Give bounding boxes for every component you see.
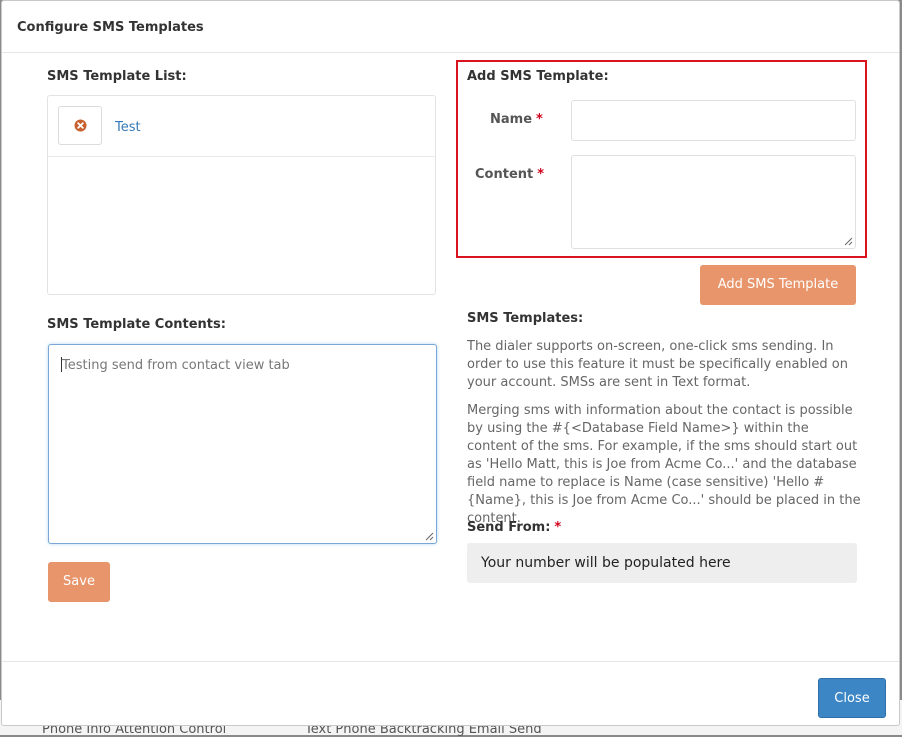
content-textarea[interactable] [571, 155, 856, 249]
template-contents-label: SMS Template Contents: [47, 317, 226, 332]
save-button[interactable]: Save [48, 562, 110, 602]
name-label-text: Name [490, 112, 533, 127]
modal-footer-divider [2, 661, 899, 662]
delete-circle-icon [74, 119, 87, 132]
resize-grip-icon[interactable] [844, 237, 853, 246]
help-paragraph-1: The dialer supports on-screen, one-click… [467, 339, 848, 390]
list-item[interactable]: Test [48, 96, 435, 157]
help-paragraph-2: Merging sms with information about the c… [467, 403, 861, 526]
content-label: Content * [475, 167, 544, 182]
modal-header: Configure SMS Templates [2, 1, 899, 53]
help-title: SMS Templates: [467, 311, 584, 326]
send-from-label: Send From: * [467, 520, 561, 535]
add-template-title: Add SMS Template: [467, 69, 609, 84]
required-marker: * [554, 520, 562, 535]
name-label: Name * [490, 112, 543, 127]
template-name-link[interactable]: Test [115, 120, 141, 135]
template-list: Test [47, 95, 436, 295]
add-sms-template-button[interactable]: Add SMS Template [700, 265, 856, 305]
content-label-text: Content [475, 167, 534, 182]
modal-title: Configure SMS Templates [17, 20, 204, 35]
template-contents-value: Testing send from contact view tab [62, 358, 290, 373]
send-from-label-text: Send From: [467, 520, 551, 535]
send-from-field: Your number will be populated here [467, 543, 857, 583]
name-input[interactable] [571, 100, 856, 141]
required-marker: * [536, 112, 543, 127]
template-contents-textarea[interactable]: Testing send from contact view tab [48, 344, 437, 544]
delete-template-button[interactable] [58, 106, 102, 145]
close-button[interactable]: Close [818, 678, 886, 718]
template-list-label: SMS Template List: [47, 69, 187, 84]
resize-grip-icon[interactable] [425, 532, 434, 541]
configure-sms-templates-modal: Configure SMS Templates SMS Template Lis… [1, 0, 900, 726]
required-marker: * [537, 167, 545, 182]
